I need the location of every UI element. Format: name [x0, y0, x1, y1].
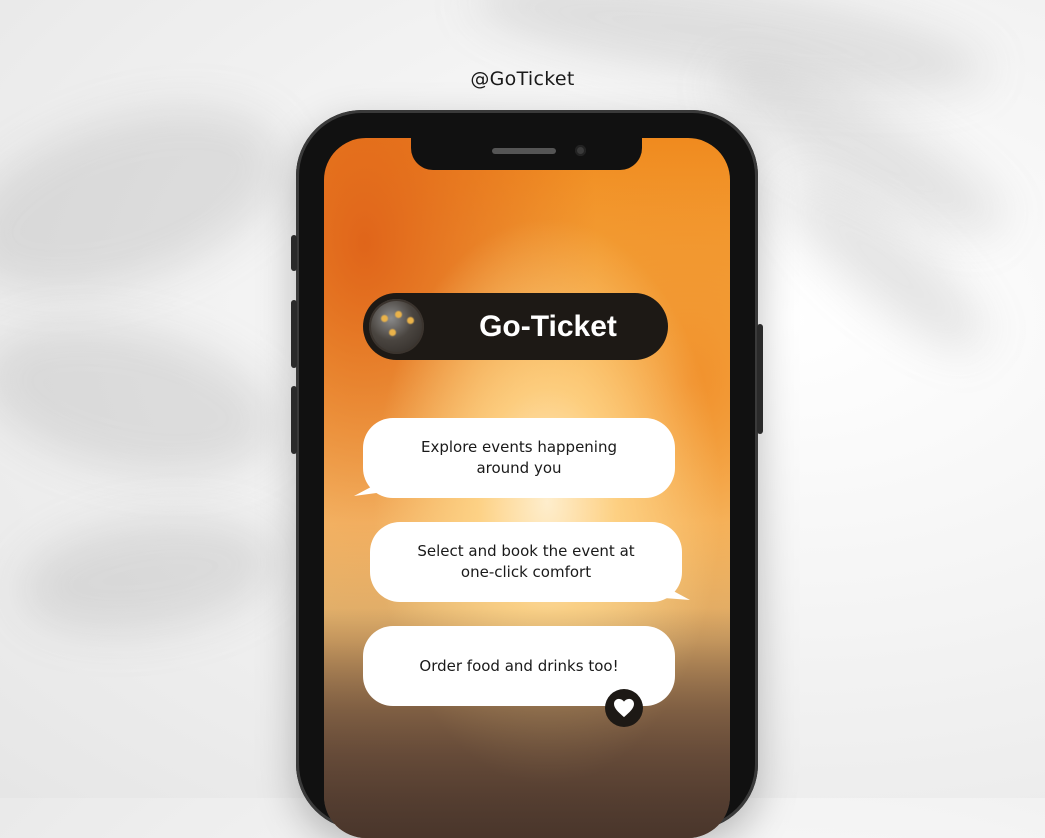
chat-bubble-explore: Explore events happening around you	[363, 418, 675, 498]
social-handle: @GoTicket	[470, 68, 575, 90]
background-shadow	[0, 72, 307, 328]
bubble-text: Select and book the event at one-click c…	[417, 542, 635, 581]
bubble-text: Explore events happening around you	[420, 438, 618, 477]
power-button	[757, 324, 763, 434]
background-shadow	[13, 502, 287, 648]
brand-title: Go-Ticket	[479, 310, 617, 343]
phone-mockup: Go-Ticket Explore events happening aroun…	[291, 110, 763, 838]
brand-header: Go-Ticket	[363, 293, 668, 360]
heart-icon	[614, 698, 634, 718]
camera-icon	[575, 145, 586, 156]
phone-notch	[411, 138, 642, 170]
brand-avatar-image	[369, 299, 424, 354]
heart-reaction[interactable]	[605, 689, 643, 727]
speaker-grille	[492, 148, 556, 154]
background-shadow	[0, 300, 292, 500]
bubble-text: Order food and drinks too!	[419, 656, 619, 675]
side-button	[291, 386, 297, 454]
side-button	[291, 300, 297, 368]
bubble-tail	[664, 586, 690, 600]
side-button	[291, 235, 297, 271]
bubble-tail	[354, 480, 384, 496]
phone-screen: Go-Ticket Explore events happening aroun…	[324, 138, 730, 838]
chat-bubble-booking: Select and book the event at one-click c…	[370, 522, 682, 602]
